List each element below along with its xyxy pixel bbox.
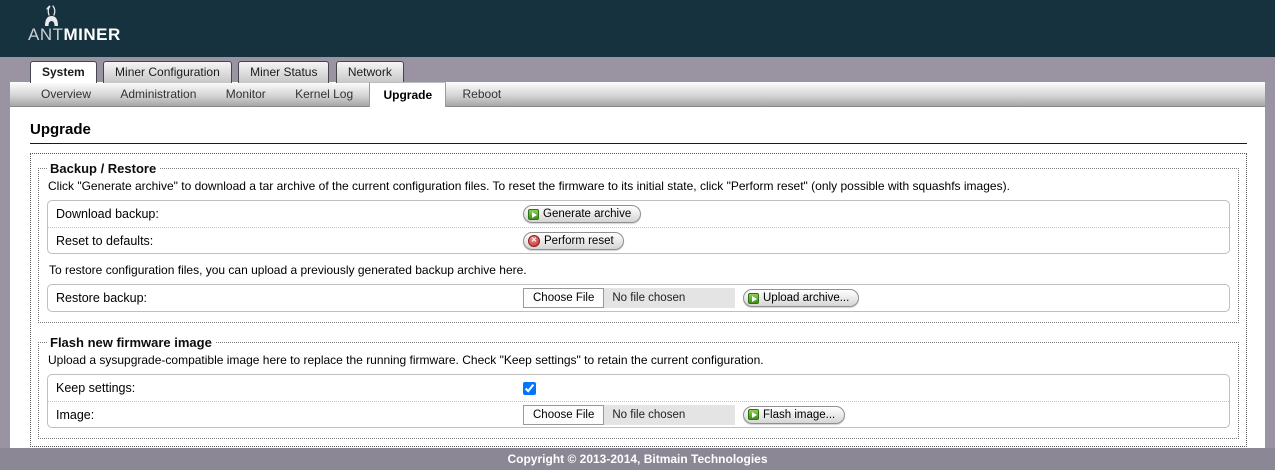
image-choose-file-button[interactable]: Choose File <box>523 405 604 425</box>
restore-backup-control: Choose File No file chosen Upload archiv… <box>523 288 859 308</box>
go-icon <box>748 409 759 420</box>
image-file-status: No file chosen <box>604 409 685 421</box>
keep-settings-label: Keep settings: <box>56 381 523 395</box>
restore-file-status: No file chosen <box>604 292 685 304</box>
logo-ant: ANT <box>28 25 64 44</box>
tab-network[interactable]: Network <box>336 61 404 83</box>
tab-miner-status[interactable]: Miner Status <box>238 61 329 83</box>
download-backup-control: Generate archive <box>523 205 641 223</box>
reset-defaults-control: Perform reset <box>523 232 624 250</box>
keep-settings-checkbox[interactable] <box>523 382 536 395</box>
section-legend-backup-restore: Backup / Restore <box>47 161 159 176</box>
page-title: Upgrade <box>30 121 1247 138</box>
page: { "header": { "logo_light": "ANT", "logo… <box>0 0 1275 470</box>
subtab-overview[interactable]: Overview <box>28 82 104 107</box>
flash-description: Upload a sysupgrade-compatible image her… <box>48 353 1230 367</box>
image-control: Choose File No file chosen Flash image..… <box>523 405 845 425</box>
reset-defaults-row: Reset to defaults: Perform reset <box>48 227 1229 253</box>
main-panel: Overview Administration Monitor Kernel L… <box>10 82 1265 448</box>
perform-reset-label: Perform reset <box>544 235 614 247</box>
section-legend-flash-firmware: Flash new firmware image <box>47 335 215 350</box>
subtab-kernel-log[interactable]: Kernel Log <box>282 82 366 107</box>
restore-note: To restore configuration files, you can … <box>49 263 1230 277</box>
restore-file-input[interactable]: Choose File No file chosen <box>523 288 735 308</box>
backup-description: Click "Generate archive" to download a t… <box>48 179 1230 193</box>
form-container: Backup / Restore Click "Generate archive… <box>30 153 1247 447</box>
flash-image-button[interactable]: Flash image... <box>743 406 845 424</box>
image-file-input[interactable]: Choose File No file chosen <box>523 405 735 425</box>
reset-defaults-label: Reset to defaults: <box>56 234 523 248</box>
go-icon <box>528 209 539 220</box>
secondary-tab-bar: Overview Administration Monitor Kernel L… <box>10 82 1265 107</box>
section-flash-firmware: Flash new firmware image Upload a sysupg… <box>38 335 1239 439</box>
flash-box: Keep settings: Image: Choose File No fil… <box>47 374 1230 428</box>
flash-image-label: Flash image... <box>763 409 835 421</box>
title-divider <box>30 143 1247 144</box>
subtab-upgrade[interactable]: Upgrade <box>369 82 446 107</box>
tab-system[interactable]: System <box>30 61 97 83</box>
restore-backup-label: Restore backup: <box>56 291 523 305</box>
keep-settings-control <box>523 382 536 395</box>
logo-text: ANTMINER <box>28 25 121 45</box>
primary-tab-bar: System Miner Configuration Miner Status … <box>0 57 1275 82</box>
subtab-reboot[interactable]: Reboot <box>450 82 515 107</box>
generate-archive-label: Generate archive <box>543 208 631 220</box>
footer: Copyright © 2013-2014, Bitmain Technolog… <box>0 448 1275 470</box>
restore-choose-file-button[interactable]: Choose File <box>523 288 604 308</box>
keep-settings-row: Keep settings: <box>48 375 1229 401</box>
site-header: ANTMINER <box>0 0 1275 57</box>
logo-miner: MINER <box>64 25 121 44</box>
download-backup-label: Download backup: <box>56 207 523 221</box>
reset-icon <box>528 235 540 247</box>
upload-archive-button[interactable]: Upload archive... <box>743 289 859 307</box>
backup-actions-box: Download backup: Generate archive Reset … <box>47 200 1230 254</box>
download-backup-row: Download backup: Generate archive <box>48 201 1229 227</box>
upload-archive-label: Upload archive... <box>763 292 849 304</box>
tab-miner-configuration[interactable]: Miner Configuration <box>103 61 232 83</box>
content-area: Upgrade Backup / Restore Click "Generate… <box>10 107 1265 447</box>
restore-backup-box: Restore backup: Choose File No file chos… <box>47 284 1230 312</box>
restore-backup-row: Restore backup: Choose File No file chos… <box>48 285 1229 311</box>
section-backup-restore: Backup / Restore Click "Generate archive… <box>38 161 1239 323</box>
generate-archive-button[interactable]: Generate archive <box>523 205 641 223</box>
go-icon <box>748 293 759 304</box>
subtab-monitor[interactable]: Monitor <box>213 82 279 107</box>
perform-reset-button[interactable]: Perform reset <box>523 232 624 250</box>
image-label: Image: <box>56 408 523 422</box>
subtab-administration[interactable]: Administration <box>107 82 209 107</box>
image-row: Image: Choose File No file chosen Flash … <box>48 401 1229 427</box>
